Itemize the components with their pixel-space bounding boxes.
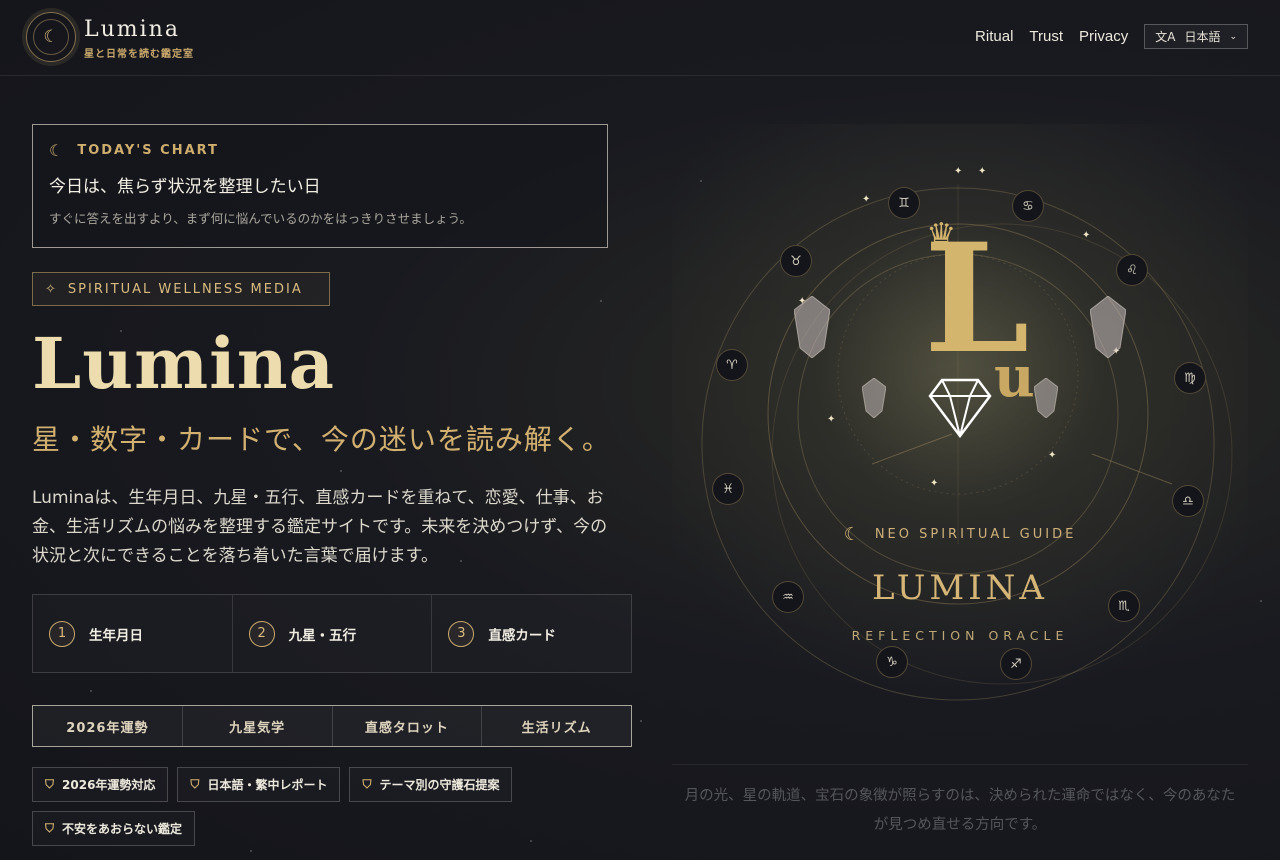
topic-tabs: 2026年運勢 九星気学 直感タロット 生活リズム [32, 705, 632, 747]
pisces-icon: ♓ [712, 473, 744, 505]
nav-ritual-link[interactable]: Ritual [975, 28, 1013, 45]
hero-description: Luminaは、生年月日、九星・五行、直感カードを重ねて、恋愛、仕事、お金、生活… [32, 488, 608, 566]
step-item: 2 九星・五行 [233, 595, 433, 672]
sparkle-icon: ✦ [930, 478, 939, 489]
sparkle-icon: ✦ [827, 414, 836, 425]
moon-icon: ☾ [49, 141, 66, 160]
sparkles-icon: ✧ [45, 281, 58, 297]
nav-trust-link[interactable]: Trust [1029, 28, 1063, 45]
hero-subtitle: 星・数字・カードで、今の迷いを読み解く。 [32, 423, 611, 456]
feature-badge-label: テーマ別の守護石提案 [379, 778, 500, 792]
diamond-icon [928, 378, 992, 438]
tab-intuition-tarot[interactable]: 直感タロット [332, 706, 483, 746]
todays-chart-title: 今日は、焦らず状況を整理したい日 [49, 177, 321, 197]
crystal-icon [1090, 296, 1126, 358]
feature-badge-label: 不安をあおらない鑑定 [62, 822, 183, 836]
language-label: 日本語 [1184, 30, 1221, 44]
virgo-icon: ♍ [1174, 362, 1206, 394]
monogram-letter-u: u [994, 344, 1035, 410]
artwork-title: LUMINA [872, 568, 1048, 608]
logo-mark[interactable]: ☾ [26, 12, 76, 62]
brand-name[interactable]: Lumina [84, 17, 180, 42]
feature-badge: ⛉ 不安をあおらない鑑定 [32, 811, 196, 846]
category-tag-label: SPIRITUAL WELLNESS MEDIA [67, 281, 303, 297]
step-item: 3 直感カード [432, 595, 631, 672]
aries-icon: ♈ [716, 349, 748, 381]
todays-chart-heading: TODAY'S CHART [77, 143, 219, 158]
shield-check-icon: ⛉ [362, 777, 372, 791]
shield-check-icon: ⛉ [45, 821, 55, 835]
translate-icon: 文A [1155, 30, 1176, 44]
capricorn-icon: ♑ [876, 646, 908, 678]
shield-check-icon: ⛉ [190, 777, 200, 791]
sparkle-icon: ✦ [1048, 450, 1057, 461]
language-selector[interactable]: 文A 日本語 ⌄ [1144, 24, 1248, 49]
step-number: 3 [448, 620, 475, 647]
todays-chart-description: すぐに答えを出すより、まず何に悩んでいるのかをはっきりさせましょう。 [49, 211, 472, 226]
sparkle-icon: ✦ [954, 166, 963, 177]
todays-chart-card: ☾ TODAY'S CHART 今日は、焦らず状況を整理したい日 すぐに答えを出… [32, 124, 608, 248]
tab-2026-fortune[interactable]: 2026年運勢 [33, 706, 183, 746]
taurus-icon: ♉ [780, 245, 812, 277]
nav-privacy-link[interactable]: Privacy [1079, 28, 1128, 45]
leo-icon: ♌ [1116, 254, 1148, 286]
shield-check-icon: ⛉ [45, 777, 55, 791]
tab-kyusei-kigaku[interactable]: 九星気学 [182, 706, 333, 746]
feature-badge: ⛉ 2026年運勢対応 [32, 767, 169, 802]
chevron-down-icon: ⌄ [1229, 31, 1237, 42]
gemini-icon: ♊ [888, 187, 920, 219]
divider [672, 764, 1248, 765]
feature-badge: ⛉ テーマ別の守護石提案 [349, 767, 513, 802]
site-header: ☾ Lumina 星と日常を読む鑑定室 Ritual Trust Privacy… [0, 0, 1280, 76]
artwork-subtitle: REFLECTION ORACLE [851, 628, 1069, 643]
guide-label-text: NEO SPIRITUAL GUIDE [874, 527, 1077, 542]
step-label: 九星・五行 [288, 627, 357, 644]
brand-tagline: 星と日常を読む鑑定室 [84, 49, 194, 60]
step-number: 1 [49, 620, 75, 647]
main-nav: Ritual Trust Privacy 文A 日本語 ⌄ [975, 24, 1248, 49]
sagittarius-icon: ♐ [1000, 648, 1032, 680]
libra-icon: ♎ [1172, 485, 1204, 517]
sparkle-icon: ✦ [1082, 230, 1091, 241]
method-steps: 1 生年月日 2 九星・五行 3 直感カード [32, 594, 632, 673]
moon-icon: ☾ [843, 524, 863, 545]
hero-title: Lumina [32, 322, 336, 405]
artwork-caption: 月の光、星の軌道、宝石の象徴が照らすのは、決められた運命ではなく、今のあなたが見… [684, 788, 1236, 833]
feature-badge: ⛉ 日本語・繁中レポート [177, 767, 341, 802]
hero-artwork: ♊ ♋ ♌ ♍ ♎ ♏ ♐ ♑ ♒ ♓ ♈ ♉ ✦ ✦ ✦ ✦ ✦ ✦ ✦ ✦ … [672, 124, 1248, 760]
category-tag: ✧ SPIRITUAL WELLNESS MEDIA [32, 272, 330, 306]
crystal-icon [1034, 378, 1058, 418]
feature-badge-label: 2026年運勢対応 [62, 778, 156, 792]
feature-badges: ⛉ 2026年運勢対応 ⛉ 日本語・繁中レポート ⛉ テーマ別の守護石提案 ⛉ … [32, 767, 552, 846]
step-number: 2 [248, 620, 275, 647]
sparkle-icon: ✦ [978, 166, 987, 177]
moon-icon: ☾ [33, 19, 69, 55]
tab-life-rhythm[interactable]: 生活リズム [482, 706, 631, 746]
step-item: 1 生年月日 [33, 595, 233, 672]
crystal-icon [862, 378, 886, 418]
step-label: 直感カード [488, 627, 556, 644]
feature-badge-label: 日本語・繁中レポート [207, 778, 328, 792]
step-label: 生年月日 [89, 627, 143, 644]
sparkle-icon: ✦ [862, 194, 871, 205]
crystal-icon [794, 296, 830, 358]
guide-label: ☾ NEO SPIRITUAL GUIDE [672, 524, 1248, 545]
